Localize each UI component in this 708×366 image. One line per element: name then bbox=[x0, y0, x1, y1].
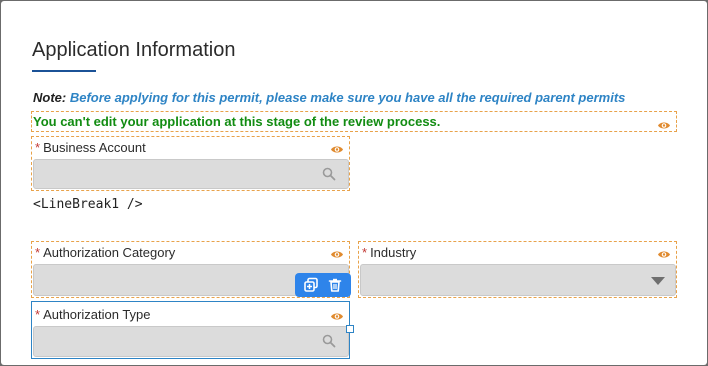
search-icon[interactable] bbox=[322, 167, 336, 181]
business-account-label-text: Business Account bbox=[43, 140, 146, 155]
form-canvas: Application Information Note: Before app… bbox=[1, 1, 707, 365]
authorization-type-label: * Authorization Type bbox=[35, 307, 151, 322]
caret-down-icon[interactable] bbox=[651, 277, 665, 285]
duplicate-icon[interactable] bbox=[303, 277, 319, 293]
note-text: Note: Before applying for this permit, p… bbox=[33, 90, 625, 105]
field-action-toolbar bbox=[295, 273, 351, 297]
authorization-category-label: * Authorization Category bbox=[35, 245, 175, 260]
trash-icon[interactable] bbox=[327, 277, 343, 293]
industry-select[interactable] bbox=[360, 264, 676, 296]
eye-icon[interactable] bbox=[657, 250, 671, 259]
industry-label-text: Industry bbox=[370, 245, 417, 260]
authorization-type-input[interactable] bbox=[33, 326, 349, 357]
eye-icon[interactable] bbox=[330, 250, 344, 259]
required-marker: * bbox=[35, 307, 41, 322]
business-account-input[interactable] bbox=[33, 159, 349, 189]
warning-message: You can't edit your application at this … bbox=[33, 114, 441, 129]
note-label: Note: bbox=[33, 90, 67, 105]
required-marker: * bbox=[35, 140, 41, 155]
authorization-category-label-text: Authorization Category bbox=[43, 245, 176, 260]
section-title: Application Information bbox=[32, 39, 236, 61]
required-marker: * bbox=[35, 245, 41, 260]
eye-icon[interactable] bbox=[657, 121, 671, 130]
linebreak-placeholder: <LineBreak1 /> bbox=[33, 197, 143, 212]
title-underline bbox=[32, 70, 96, 72]
business-account-label: * Business Account bbox=[35, 140, 146, 155]
resize-handle[interactable] bbox=[346, 325, 354, 333]
eye-icon[interactable] bbox=[330, 312, 344, 321]
required-marker: * bbox=[362, 245, 368, 260]
authorization-type-label-text: Authorization Type bbox=[43, 307, 151, 322]
eye-icon[interactable] bbox=[330, 145, 344, 154]
note-message: Before applying for this permit, please … bbox=[69, 90, 626, 105]
search-icon[interactable] bbox=[322, 334, 336, 348]
industry-label: * Industry bbox=[362, 245, 416, 260]
